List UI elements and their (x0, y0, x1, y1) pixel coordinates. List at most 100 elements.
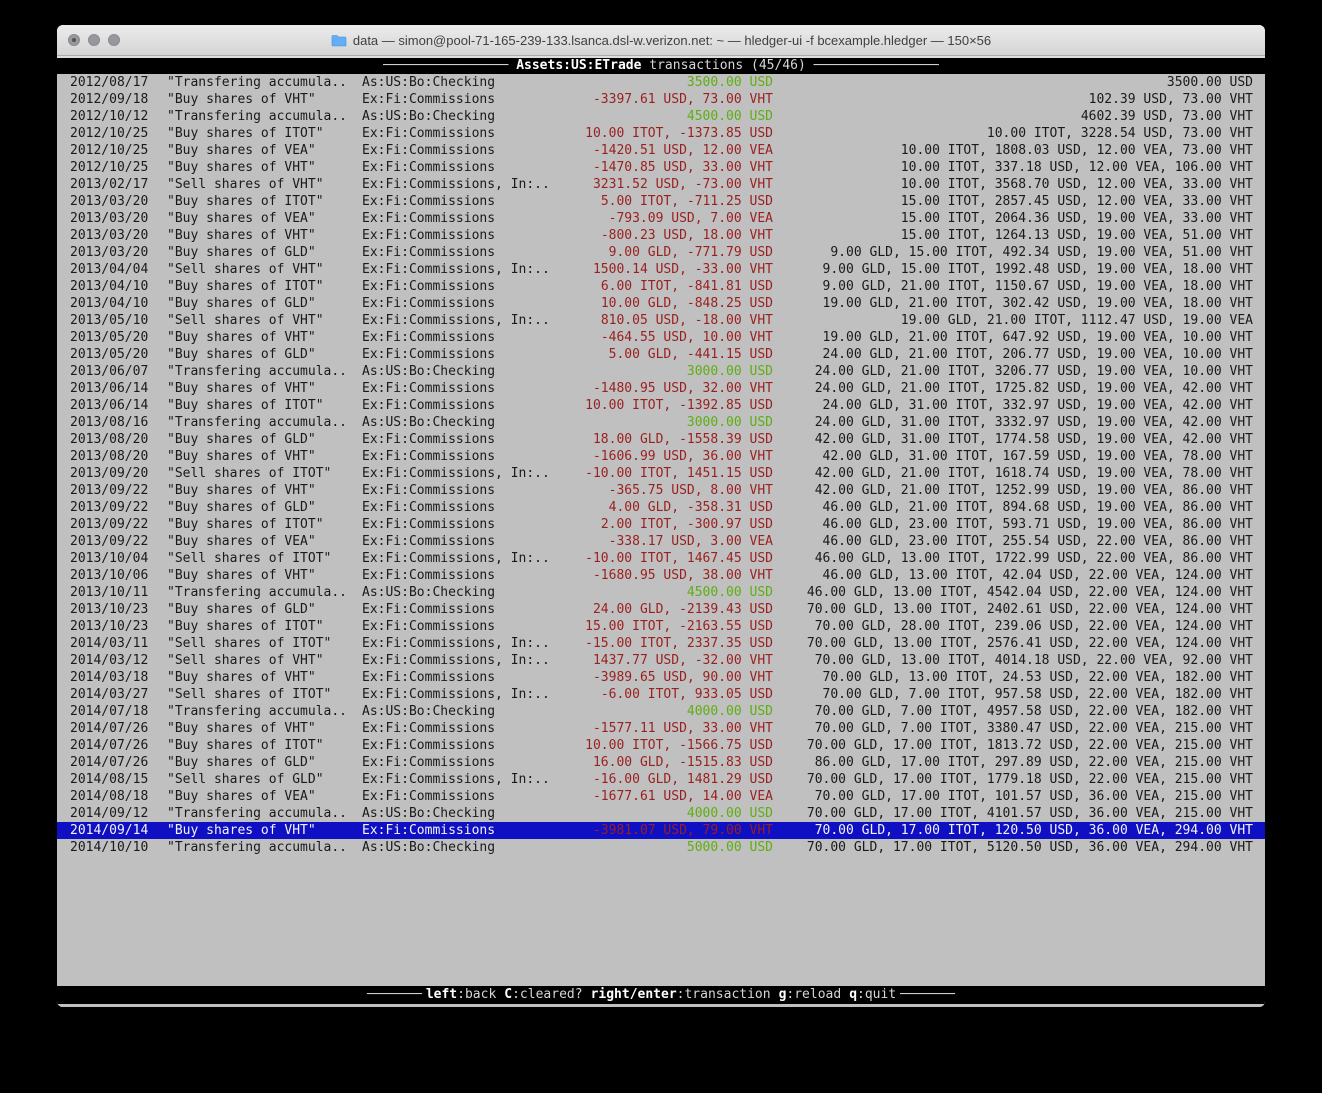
transaction-row[interactable]: 2014/10/10 "Transfering accumula.. As:US… (57, 839, 1265, 856)
transaction-row[interactable]: 2013/05/20 "Buy shares of GLD" Ex:Fi:Com… (57, 346, 1265, 363)
transaction-amount: 4500.00 USD (561, 584, 773, 601)
transaction-running-balance: 42.00 GLD, 21.00 ITOT, 1618.74 USD, 19.0… (773, 465, 1265, 482)
transaction-other-accounts: As:US:Bo:Checking (362, 584, 561, 601)
transaction-row[interactable]: 2014/08/18 "Buy shares of VEA" Ex:Fi:Com… (57, 788, 1265, 805)
transaction-row[interactable]: 2013/03/20 "Buy shares of GLD" Ex:Fi:Com… (57, 244, 1265, 261)
transaction-other-accounts: Ex:Fi:Commissions (362, 125, 561, 142)
transaction-description: "Buy shares of GLD" (167, 499, 362, 516)
transaction-running-balance: 70.00 GLD, 13.00 ITOT, 24.53 USD, 22.00 … (773, 669, 1265, 686)
transaction-other-accounts: As:US:Bo:Checking (362, 108, 561, 125)
transaction-row[interactable]: 2014/09/14 "Buy shares of VHT" Ex:Fi:Com… (57, 822, 1265, 839)
transaction-row[interactable]: 2013/08/16 "Transfering accumula.. As:US… (57, 414, 1265, 431)
transaction-row[interactable]: 2014/03/12 "Sell shares of VHT" Ex:Fi:Co… (57, 652, 1265, 669)
transaction-other-accounts: Ex:Fi:Commissions, In:.. (362, 176, 561, 193)
transaction-amount: -1420.51 USD, 12.00 VEA (561, 142, 773, 159)
transaction-amount: 10.00 ITOT, -1392.85 USD (561, 397, 773, 414)
transaction-running-balance: 24.00 GLD, 21.00 ITOT, 1725.82 USD, 19.0… (773, 380, 1265, 397)
transaction-row[interactable]: 2013/10/11 "Transfering accumula.. As:US… (57, 584, 1265, 601)
transaction-other-accounts: Ex:Fi:Commissions (362, 448, 561, 465)
minimize-button[interactable] (88, 34, 100, 46)
transaction-date: 2012/10/25 (57, 159, 167, 176)
footer-rule-left: ─────── (367, 987, 422, 1002)
transaction-row[interactable]: 2013/04/10 "Buy shares of GLD" Ex:Fi:Com… (57, 295, 1265, 312)
transaction-row[interactable]: 2013/09/22 "Buy shares of ITOT" Ex:Fi:Co… (57, 516, 1265, 533)
close-button[interactable] (68, 34, 80, 46)
transaction-running-balance: 46.00 GLD, 23.00 ITOT, 593.71 USD, 19.00… (773, 516, 1265, 533)
transaction-row[interactable]: 2014/03/27 "Sell shares of ITOT" Ex:Fi:C… (57, 686, 1265, 703)
transaction-running-balance: 46.00 GLD, 21.00 ITOT, 894.68 USD, 19.00… (773, 499, 1265, 516)
transaction-list: 2012/08/17 "Transfering accumula.. As:US… (57, 74, 1265, 856)
transaction-other-accounts: Ex:Fi:Commissions (362, 499, 561, 516)
transaction-other-accounts: Ex:Fi:Commissions (362, 669, 561, 686)
transaction-running-balance: 70.00 GLD, 13.00 ITOT, 4014.18 USD, 22.0… (773, 652, 1265, 669)
transaction-row[interactable]: 2013/03/20 "Buy shares of VHT" Ex:Fi:Com… (57, 227, 1265, 244)
transaction-row[interactable]: 2013/08/20 "Buy shares of VHT" Ex:Fi:Com… (57, 448, 1265, 465)
transaction-row[interactable]: 2012/08/17 "Transfering accumula.. As:US… (57, 74, 1265, 91)
transaction-row[interactable]: 2013/04/10 "Buy shares of ITOT" Ex:Fi:Co… (57, 278, 1265, 295)
transaction-row[interactable]: 2014/07/26 "Buy shares of VHT" Ex:Fi:Com… (57, 720, 1265, 737)
transaction-amount: -3397.61 USD, 73.00 VHT (561, 91, 773, 108)
transaction-description: "Buy shares of ITOT" (167, 737, 362, 754)
transaction-running-balance: 70.00 GLD, 17.00 ITOT, 5120.50 USD, 36.0… (773, 839, 1265, 856)
transaction-row[interactable]: 2013/03/20 "Buy shares of ITOT" Ex:Fi:Co… (57, 193, 1265, 210)
transaction-row[interactable]: 2013/02/17 "Sell shares of VHT" Ex:Fi:Co… (57, 176, 1265, 193)
zoom-button[interactable] (108, 34, 120, 46)
transaction-row[interactable]: 2013/04/04 "Sell shares of VHT" Ex:Fi:Co… (57, 261, 1265, 278)
transaction-amount: 1500.14 USD, -33.00 VHT (561, 261, 773, 278)
transaction-row[interactable]: 2014/07/26 "Buy shares of ITOT" Ex:Fi:Co… (57, 737, 1265, 754)
transaction-row[interactable]: 2013/10/23 "Buy shares of ITOT" Ex:Fi:Co… (57, 618, 1265, 635)
transaction-row[interactable]: 2014/09/12 "Transfering accumula.. As:US… (57, 805, 1265, 822)
transaction-row[interactable]: 2013/09/22 "Buy shares of GLD" Ex:Fi:Com… (57, 499, 1265, 516)
transaction-description: "Transfering accumula.. (167, 414, 362, 431)
transaction-other-accounts: Ex:Fi:Commissions (362, 142, 561, 159)
transaction-running-balance: 102.39 USD, 73.00 VHT (773, 91, 1265, 108)
transaction-other-accounts: As:US:Bo:Checking (362, 839, 561, 856)
transaction-row[interactable]: 2014/07/26 "Buy shares of GLD" Ex:Fi:Com… (57, 754, 1265, 771)
transaction-row[interactable]: 2014/03/18 "Buy shares of VHT" Ex:Fi:Com… (57, 669, 1265, 686)
transaction-row[interactable]: 2013/06/14 "Buy shares of VHT" Ex:Fi:Com… (57, 380, 1265, 397)
transaction-row[interactable]: 2013/10/23 "Buy shares of GLD" Ex:Fi:Com… (57, 601, 1265, 618)
transaction-running-balance: 4602.39 USD, 73.00 VHT (773, 108, 1265, 125)
transaction-running-balance: 15.00 ITOT, 2857.45 USD, 12.00 VEA, 33.0… (773, 193, 1265, 210)
transaction-row[interactable]: 2014/03/11 "Sell shares of ITOT" Ex:Fi:C… (57, 635, 1265, 652)
transaction-description: "Sell shares of VHT" (167, 652, 362, 669)
transaction-row[interactable]: 2012/10/25 "Buy shares of VHT" Ex:Fi:Com… (57, 159, 1265, 176)
transaction-date: 2013/09/22 (57, 482, 167, 499)
transaction-row[interactable]: 2014/07/18 "Transfering accumula.. As:US… (57, 703, 1265, 720)
transaction-date: 2012/08/17 (57, 74, 167, 91)
transaction-row[interactable]: 2014/08/15 "Sell shares of GLD" Ex:Fi:Co… (57, 771, 1265, 788)
transaction-description: "Buy shares of GLD" (167, 601, 362, 618)
key-hints-bar: ───────left:backC:cleared?right/enter:tr… (57, 986, 1265, 1004)
transaction-row[interactable]: 2013/10/04 "Sell shares of ITOT" Ex:Fi:C… (57, 550, 1265, 567)
transaction-amount: -6.00 ITOT, 933.05 USD (561, 686, 773, 703)
transaction-row[interactable]: 2012/09/18 "Buy shares of VHT" Ex:Fi:Com… (57, 91, 1265, 108)
transaction-date: 2013/10/23 (57, 618, 167, 635)
transaction-row[interactable]: 2012/10/25 "Buy shares of ITOT" Ex:Fi:Co… (57, 125, 1265, 142)
transaction-row[interactable]: 2013/09/20 "Sell shares of ITOT" Ex:Fi:C… (57, 465, 1265, 482)
transaction-amount: -16.00 GLD, 1481.29 USD (561, 771, 773, 788)
transaction-amount: 5.00 GLD, -441.15 USD (561, 346, 773, 363)
transaction-row[interactable]: 2012/10/12 "Transfering accumula.. As:US… (57, 108, 1265, 125)
transaction-date: 2014/03/18 (57, 669, 167, 686)
title-bar[interactable]: data — simon@pool-71-165-239-133.lsanca.… (57, 25, 1265, 56)
transaction-amount: 10.00 ITOT, -1566.75 USD (561, 737, 773, 754)
transaction-description: "Buy shares of VHT" (167, 227, 362, 244)
transaction-running-balance: 46.00 GLD, 13.00 ITOT, 42.04 USD, 22.00 … (773, 567, 1265, 584)
transaction-row[interactable]: 2013/06/07 "Transfering accumula.. As:US… (57, 363, 1265, 380)
transaction-row[interactable]: 2013/09/22 "Buy shares of VEA" Ex:Fi:Com… (57, 533, 1265, 550)
transaction-row[interactable]: 2013/03/20 "Buy shares of VEA" Ex:Fi:Com… (57, 210, 1265, 227)
transaction-row[interactable]: 2013/10/06 "Buy shares of VHT" Ex:Fi:Com… (57, 567, 1265, 584)
transaction-amount: -1677.61 USD, 14.00 VEA (561, 788, 773, 805)
transaction-description: "Buy shares of VEA" (167, 142, 362, 159)
transaction-running-balance: 10.00 ITOT, 3568.70 USD, 12.00 VEA, 33.0… (773, 176, 1265, 193)
transaction-row[interactable]: 2012/10/25 "Buy shares of VEA" Ex:Fi:Com… (57, 142, 1265, 159)
transaction-row[interactable]: 2013/06/14 "Buy shares of ITOT" Ex:Fi:Co… (57, 397, 1265, 414)
transaction-row[interactable]: 2013/08/20 "Buy shares of GLD" Ex:Fi:Com… (57, 431, 1265, 448)
transaction-running-balance: 19.00 GLD, 21.00 ITOT, 647.92 USD, 19.00… (773, 329, 1265, 346)
transaction-row[interactable]: 2013/05/10 "Sell shares of VHT" Ex:Fi:Co… (57, 312, 1265, 329)
transaction-row[interactable]: 2013/09/22 "Buy shares of VHT" Ex:Fi:Com… (57, 482, 1265, 499)
transaction-date: 2013/03/20 (57, 193, 167, 210)
transaction-date: 2014/09/14 (57, 822, 167, 839)
transaction-amount: -1606.99 USD, 36.00 VHT (561, 448, 773, 465)
transaction-row[interactable]: 2013/05/20 "Buy shares of VHT" Ex:Fi:Com… (57, 329, 1265, 346)
